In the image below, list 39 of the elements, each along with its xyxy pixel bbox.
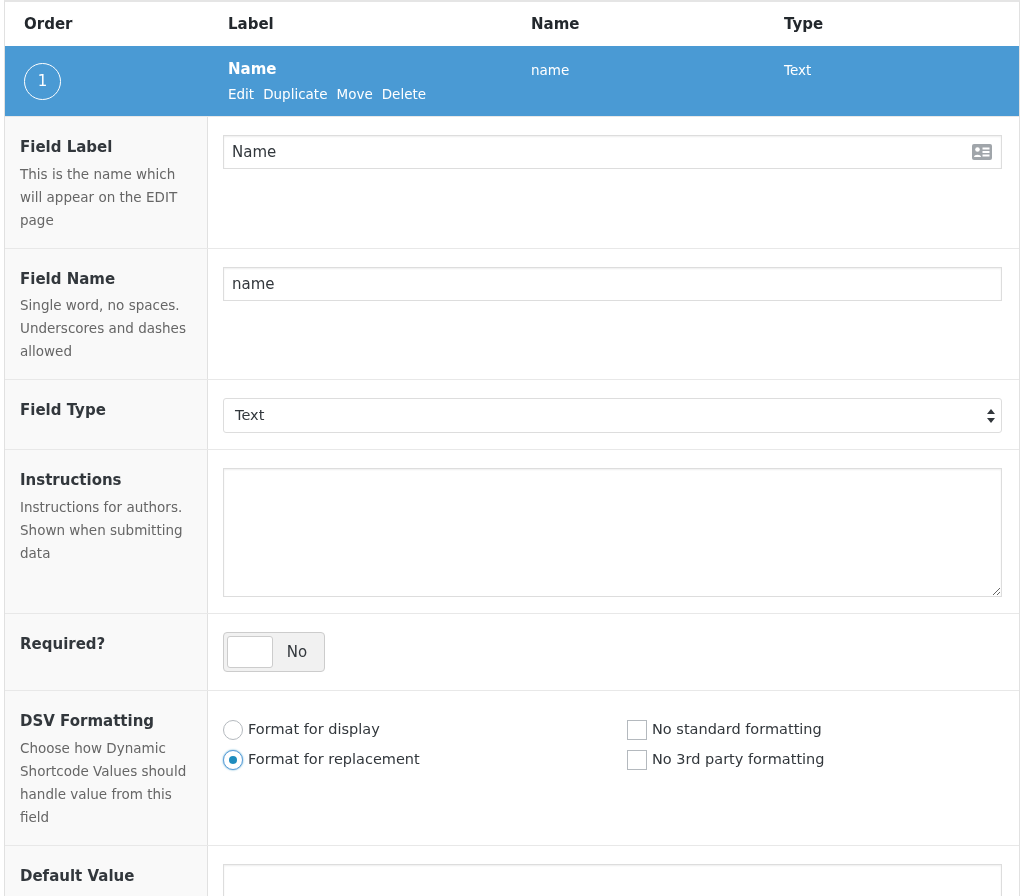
up-down-arrows-icon bbox=[987, 408, 995, 423]
textarea-field[interactable] bbox=[223, 468, 1002, 597]
field-type-text: Text bbox=[784, 62, 812, 78]
action-link[interactable]: Delete bbox=[381, 83, 427, 104]
checkbox[interactable] bbox=[627, 719, 647, 740]
option-label: No standard formatting bbox=[652, 720, 822, 739]
select-field[interactable]: Text bbox=[223, 398, 1002, 433]
setting-description: Single word, no spaces. Underscores and dashes allowed bbox=[20, 296, 187, 361]
text-input[interactable]: Name bbox=[223, 135, 1002, 169]
setting-label: DSV Formatting bbox=[20, 711, 156, 732]
setting-description: Choose how Dynamic Shortcode Values should handle value from this field bbox=[20, 738, 188, 827]
action-link[interactable]: Move bbox=[336, 83, 373, 104]
setting-label: Field Label bbox=[20, 137, 114, 158]
text-input[interactable]: name bbox=[223, 266, 1002, 301]
column-header: Name bbox=[530, 13, 581, 35]
setting-description: Instructions for authors. Shown when submitting data bbox=[20, 497, 184, 563]
field-label-title: Name bbox=[228, 59, 278, 80]
setting-description: This is the name which will appear on the EDIT page bbox=[20, 164, 179, 230]
action-link[interactable]: Duplicate bbox=[263, 83, 328, 104]
setting-label: Field Type bbox=[20, 400, 107, 421]
action-link[interactable]: Edit bbox=[228, 83, 255, 104]
option-label: Format for display bbox=[248, 720, 380, 739]
select-value: Text bbox=[235, 405, 265, 425]
setting-label: Default Value bbox=[20, 865, 136, 887]
toggle-switch[interactable]: No bbox=[223, 632, 325, 672]
field-name-text: name bbox=[531, 62, 570, 78]
radio-button[interactable] bbox=[223, 749, 243, 770]
text-input[interactable] bbox=[223, 863, 1002, 896]
option-label: Format for replacement bbox=[248, 749, 420, 769]
setting-label: Field Name bbox=[20, 268, 117, 290]
field-row[interactable]: 1 Name Edit Duplicate Move Delete name Text bbox=[5, 46, 1019, 116]
column-header: Type bbox=[783, 13, 825, 35]
column-header: Label bbox=[227, 13, 275, 35]
option-label: No 3rd party formatting bbox=[652, 749, 825, 769]
setting-label: Instructions bbox=[20, 470, 123, 491]
setting-label: Required? bbox=[20, 634, 107, 655]
column-header: Order bbox=[23, 13, 74, 35]
radio-button[interactable] bbox=[223, 719, 243, 740]
checkbox[interactable] bbox=[627, 749, 647, 770]
